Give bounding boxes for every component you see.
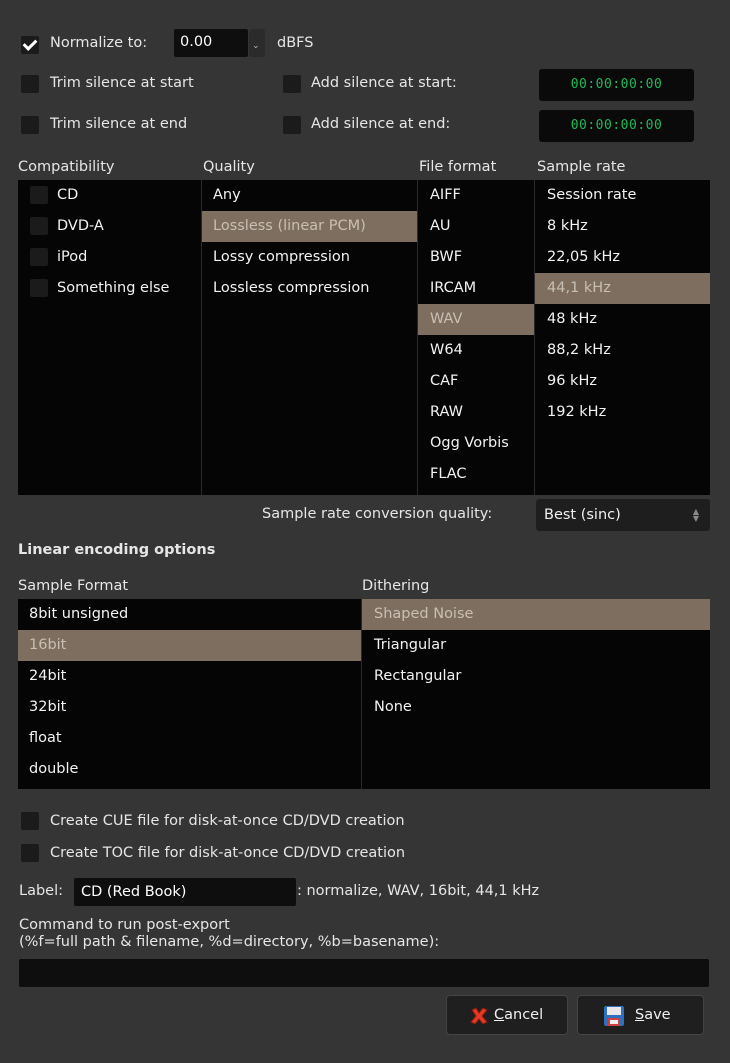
list-item[interactable]: Something else [18,273,201,304]
add-silence-end-label: Add silence at end: [311,116,451,132]
cancel-x-icon [470,1007,488,1025]
list-item[interactable]: None [362,692,710,723]
sample-format-header: Sample Format [18,578,129,594]
list-item[interactable]: Any [202,180,417,211]
trim-end-checkbox[interactable] [21,116,39,134]
file-format-list: AIFF AU BWF IRCAM WAV W64 CAF RAW Ogg Vo… [418,180,534,495]
cancel-mnemonic: C [494,1007,505,1023]
list-item[interactable]: 16bit [18,630,361,661]
list-item[interactable]: BWF [418,242,534,273]
list-item[interactable]: CAF [418,366,534,397]
quality-list: Any Lossless (linear PCM) Lossy compress… [202,180,417,495]
list-item[interactable]: Lossless (linear PCM) [202,211,417,242]
list-item[interactable]: Lossy compression [202,242,417,273]
compat-checkbox[interactable] [30,248,48,266]
cancel-button[interactable]: Cancel [446,995,568,1035]
add-silence-start-time[interactable]: 00:00:00:00 [539,69,694,101]
list-item[interactable]: Triangular [362,630,710,661]
list-item[interactable]: 96 kHz [535,366,710,397]
post-export-hint: (%f=full path & filename, %d=directory, … [19,934,440,950]
dithering-header: Dithering [362,578,430,594]
list-item[interactable]: 32bit [18,692,361,723]
dithering-list: Shaped Noise Triangular Rectangular None [362,599,710,789]
create-toc-label: Create TOC file for disk-at-once CD/DVD … [50,845,406,861]
list-item[interactable]: 24bit [18,661,361,692]
list-item[interactable]: CD [18,180,201,211]
trim-end-label: Trim silence at end [50,116,188,132]
add-silence-start-checkbox[interactable] [283,75,301,93]
src-quality-label: Sample rate conversion quality: [262,506,493,522]
compat-checkbox[interactable] [30,279,48,297]
sample-rate-header: Sample rate [537,159,626,175]
file-format-header: File format [419,159,497,175]
trim-start-label: Trim silence at start [50,75,194,91]
list-item[interactable]: AIFF [418,180,534,211]
label-input[interactable]: CD (Red Book) [74,878,296,906]
list-item[interactable]: IRCAM [418,273,534,304]
list-item[interactable]: 192 kHz [535,397,710,428]
list-item[interactable]: DVD-A [18,211,201,242]
normalize-label: Normalize to: [50,35,148,51]
quality-header: Quality [203,159,255,175]
compatibility-list: CD DVD-A iPod Something else [18,180,201,495]
list-item[interactable]: Rectangular [362,661,710,692]
src-quality-value: Best (sinc) [544,507,621,523]
format-summary: : normalize, WAV, 16bit, 44,1 kHz [297,883,540,899]
list-item[interactable]: Shaped Noise [362,599,710,630]
updown-arrows-icon: ▲ ▼ [692,507,700,523]
encoding-lists: 8bit unsigned 16bit 24bit 32bit float do… [18,599,710,789]
list-item[interactable]: 22,05 kHz [535,242,710,273]
post-export-command-input[interactable] [19,959,709,987]
add-silence-end-time[interactable]: 00:00:00:00 [539,110,694,142]
normalize-checkbox[interactable] [21,36,39,54]
list-item[interactable]: iPod [18,242,201,273]
list-item[interactable]: float [18,723,361,754]
list-item[interactable]: FLAC [418,459,534,490]
trim-start-checkbox[interactable] [21,75,39,93]
list-item[interactable]: W64 [418,335,534,366]
sample-rate-list: Session rate 8 kHz 22,05 kHz 44,1 kHz 48… [535,180,710,495]
post-export-label: Command to run post-export [19,917,230,933]
cancel-label: ancel [504,1007,544,1023]
save-label: ave [644,1007,671,1023]
compat-checkbox[interactable] [30,217,48,235]
list-item[interactable]: RAW [418,397,534,428]
add-silence-end-checkbox[interactable] [283,116,301,134]
list-item[interactable]: AU [418,211,534,242]
sample-format-list: 8bit unsigned 16bit 24bit 32bit float do… [18,599,361,789]
add-silence-start-label: Add silence at start: [311,75,457,91]
chevron-down-icon: ⌄ [252,41,260,51]
create-toc-checkbox[interactable] [21,844,39,862]
compat-checkbox[interactable] [30,186,48,204]
list-item[interactable]: 48 kHz [535,304,710,335]
format-selection-lists: CD DVD-A iPod Something else Any Lossles… [18,180,710,495]
linear-encoding-heading: Linear encoding options [18,542,216,558]
normalize-spin-arrows[interactable]: ⌄ [249,29,265,57]
list-item[interactable]: 88,2 kHz [535,335,710,366]
normalize-unit: dBFS [277,35,314,51]
floppy-disk-icon [604,1006,624,1026]
create-cue-label: Create CUE file for disk-at-once CD/DVD … [50,813,405,829]
save-mnemonic: S [635,1007,645,1023]
list-item[interactable]: Ogg Vorbis [418,428,534,459]
list-item[interactable]: 8 kHz [535,211,710,242]
list-item[interactable]: Lossless compression [202,273,417,304]
src-quality-dropdown[interactable]: Best (sinc) ▲ ▼ [536,499,710,531]
list-item[interactable]: double [18,754,361,785]
save-button[interactable]: Save [577,995,704,1035]
create-cue-checkbox[interactable] [21,812,39,830]
list-item[interactable]: 8bit unsigned [18,599,361,630]
list-item[interactable]: 44,1 kHz [535,273,710,304]
list-item[interactable]: WAV [418,304,534,335]
compatibility-header: Compatibility [18,159,115,175]
label-caption: Label: [19,883,64,899]
normalize-value-input[interactable]: 0.00 [174,29,248,57]
list-item[interactable]: Session rate [535,180,710,211]
